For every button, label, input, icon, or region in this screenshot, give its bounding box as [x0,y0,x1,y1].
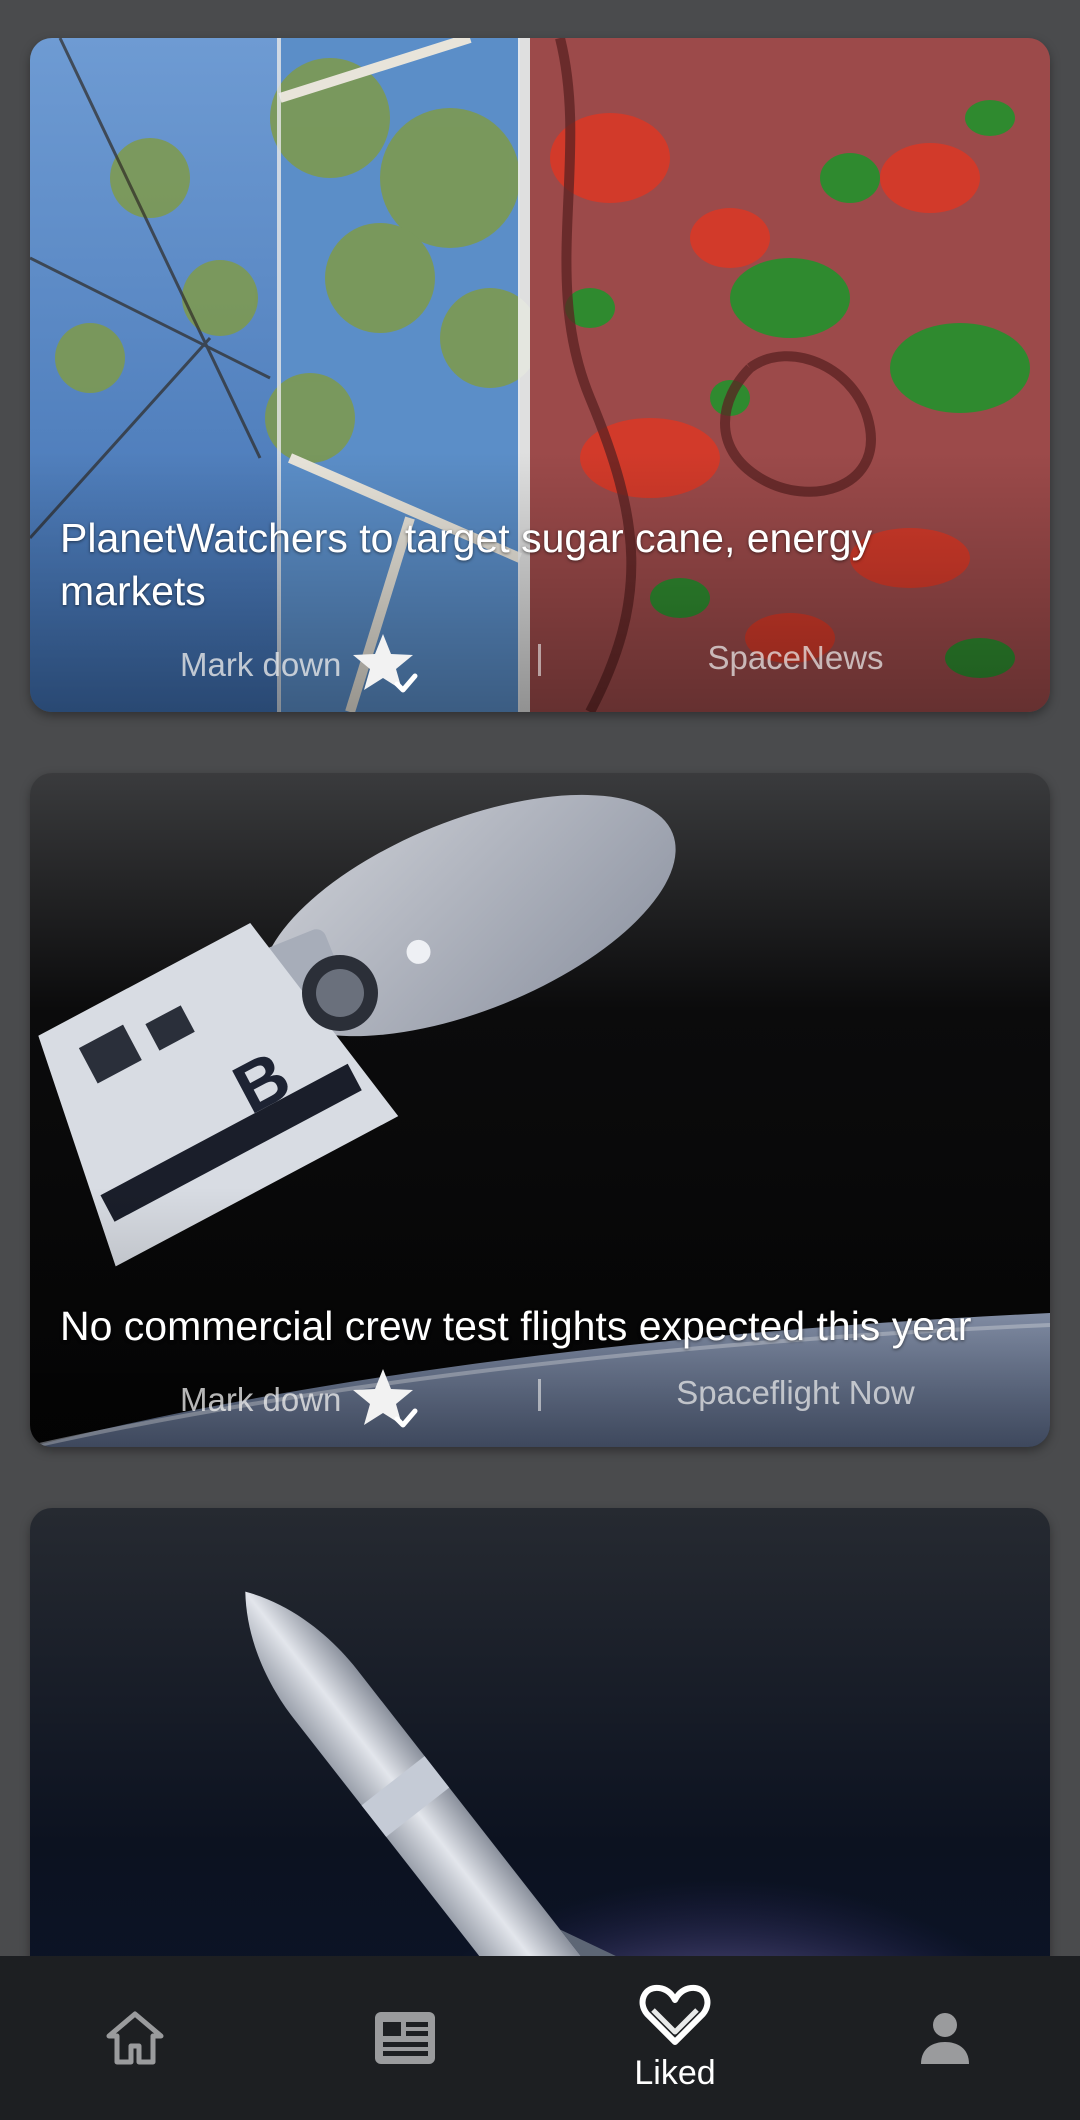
article-source: Spaceflight Now [676,1374,915,1411]
star-check-icon [353,1369,418,1428]
nav-home[interactable] [0,1956,270,2120]
nav-liked-label: Liked [634,2053,716,2092]
article-image [30,1508,1050,1956]
bottom-navigation: Liked [0,1956,1080,2120]
home-icon [106,2011,164,2065]
person-icon [921,2013,969,2064]
article-feed[interactable]: PlanetWatchers to target sugar cane, ene… [0,0,1080,1956]
article-source: SpaceNews [707,639,884,676]
mark-down-button[interactable]: Mark down [180,632,427,698]
mark-down-label: Mark down [180,1381,342,1418]
nav-news[interactable] [270,1956,540,2120]
nav-liked[interactable]: Liked [540,1956,810,2120]
mark-down-button[interactable]: Mark down [180,1367,427,1433]
news-icon [375,2012,435,2064]
article-title[interactable]: PlanetWatchers to target sugar cane, ene… [60,512,990,618]
star-check-icon [353,634,418,693]
heart-icon [639,1984,711,2045]
article-card[interactable]: PlanetWatchers to target sugar cane, ene… [30,38,1050,712]
article-card[interactable] [30,1508,1050,1956]
nav-profile[interactable] [810,1956,1080,2120]
article-title[interactable]: No commercial crew test flights expected… [60,1300,990,1353]
article-card[interactable]: B No commercial crew test flights expect… [30,773,1050,1447]
article-meta: Mark down Spaceflight Now [30,1357,1050,1428]
article-meta: Mark down SpaceNews [30,622,1050,693]
mark-down-label: Mark down [180,646,342,683]
